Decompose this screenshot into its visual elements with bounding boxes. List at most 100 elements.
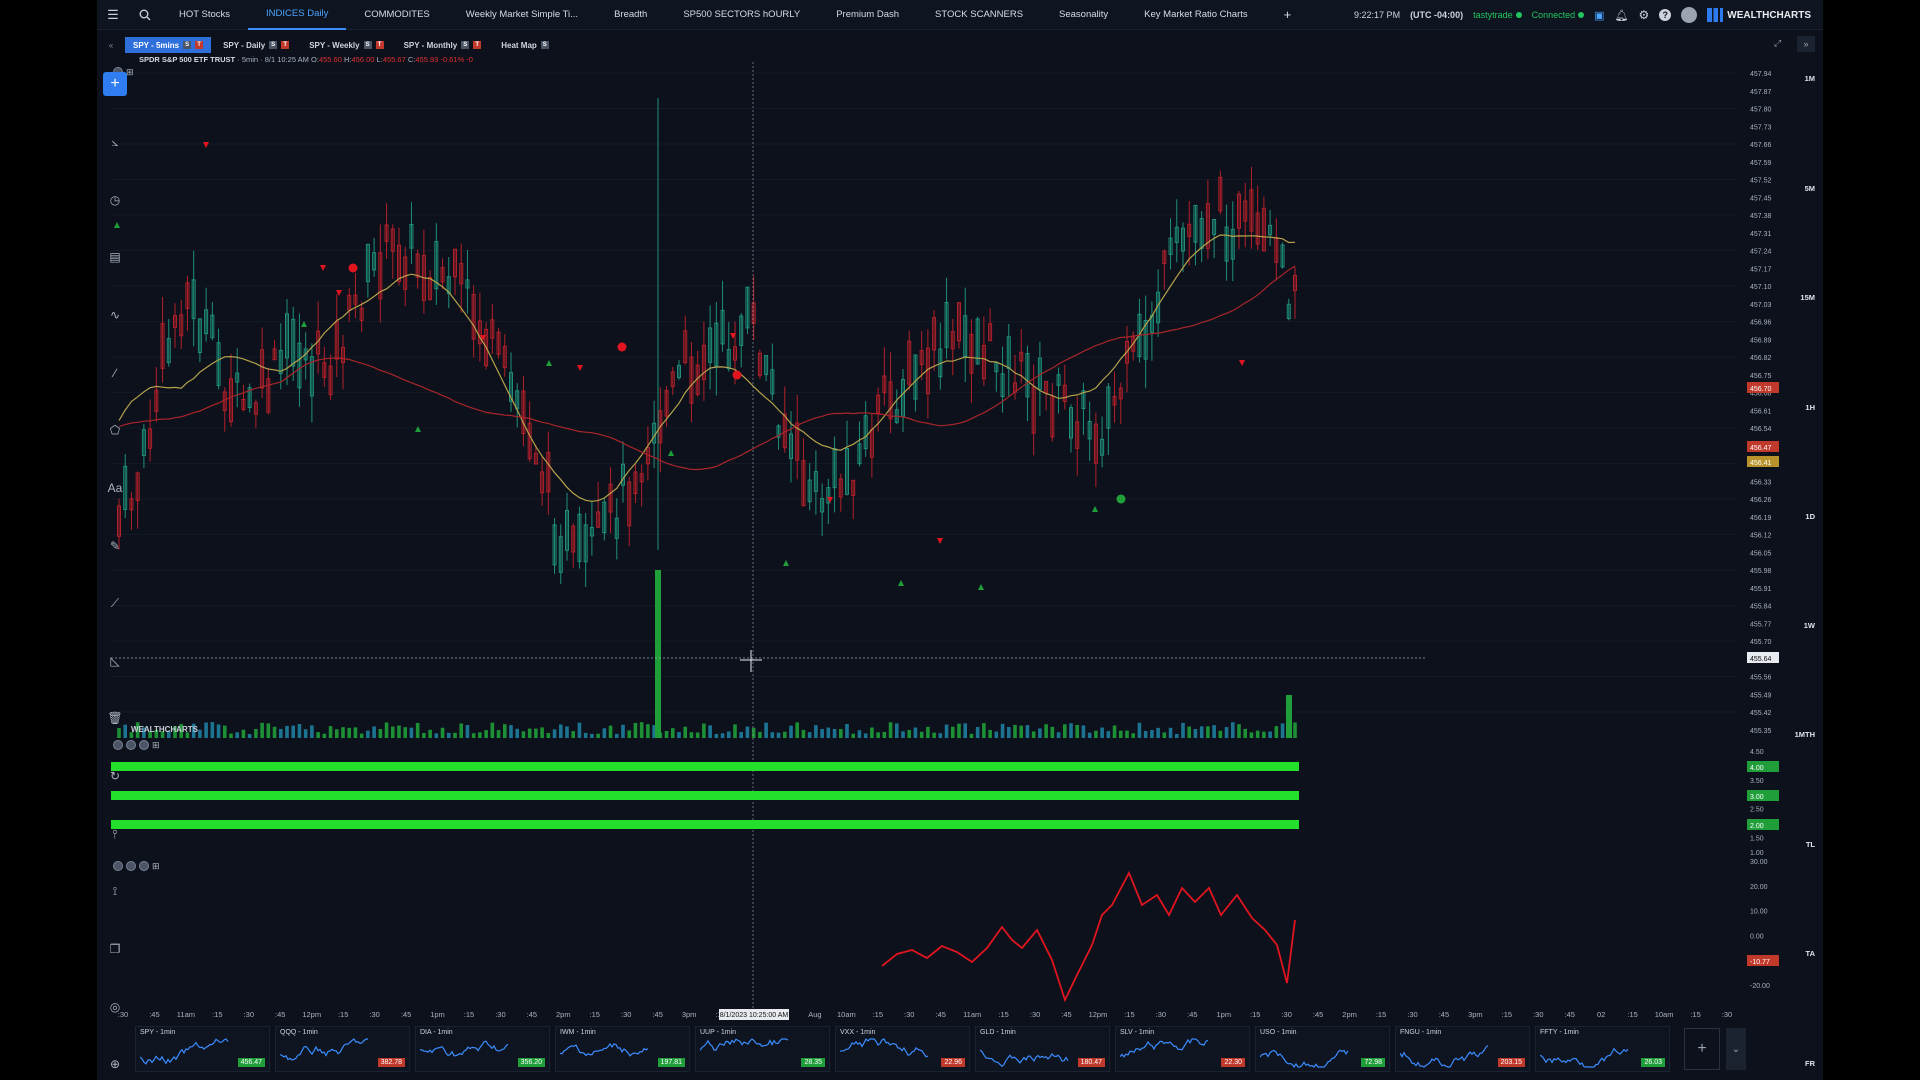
time-tick: 2pm [556, 1010, 571, 1019]
price-tick: 456.75 [1750, 373, 1772, 380]
price-tick: 457.59 [1750, 160, 1772, 167]
mini-chart[interactable]: VXX - 1min 22.96 [835, 1026, 970, 1072]
timeframe-1mth[interactable]: 1MTH [1795, 730, 1815, 739]
indicators-icon[interactable]: ⫯ [103, 822, 127, 846]
indicator-2-tick: 30.00 [1750, 859, 1768, 866]
time-tick: :15 [1690, 1010, 1700, 1019]
shape-tool-icon[interactable]: ⬠ [103, 418, 127, 442]
mini-chart[interactable]: SLV - 1min 22.30 [1115, 1026, 1250, 1072]
trash-icon[interactable]: 🗑︎ [103, 706, 127, 730]
timeframe-fr[interactable]: FR [1805, 1059, 1815, 1068]
price-tick: 455.77 [1750, 621, 1772, 628]
pane-add-icon[interactable]: ⊞ [152, 740, 160, 750]
price-tick: 457.10 [1750, 284, 1772, 291]
watermark: WEALTHCHARTS [131, 725, 199, 734]
time-tick: :15 [212, 1010, 222, 1019]
moving-average-yellow [118, 234, 1296, 502]
mini-chart-label: DIA - 1min [420, 1029, 453, 1036]
mini-chart[interactable]: FNGU - 1min 203.15 [1395, 1026, 1530, 1072]
timeframe-1w[interactable]: 1W [1804, 621, 1815, 630]
mini-chart-label: GLD - 1min [980, 1029, 1016, 1036]
price-tick: 455.35 [1750, 728, 1772, 735]
mini-chart-sparkline [560, 1042, 649, 1057]
indicator-bar-2 [111, 791, 1299, 800]
time-tick: :30 [1030, 1010, 1040, 1019]
trend-tool-icon[interactable]: ⦣ [103, 130, 127, 154]
price-tick: 457.45 [1750, 195, 1772, 202]
double-chevron-right-icon[interactable]: » [1797, 36, 1815, 52]
mini-chart-label: IWM - 1min [560, 1029, 596, 1036]
app-window: ☰ HOT Stocks INDICES Daily COMMODITES Weekl… [97, 0, 1823, 1080]
time-tick: :45 [1565, 1010, 1575, 1019]
add-tool-icon[interactable]: + [103, 72, 127, 96]
mini-chart-label: SPY - 1min [140, 1029, 176, 1036]
price-badge-red: 456.47 [1750, 445, 1772, 452]
calendar-icon[interactable]: ▤ [103, 245, 127, 269]
ruler-icon[interactable]: ⟋ [103, 591, 127, 615]
price-tick: 457.87 [1750, 89, 1772, 96]
time-tick: 11am [963, 1010, 981, 1019]
timeframe-1m[interactable]: 1M [1805, 74, 1815, 83]
mini-chart[interactable]: USO - 1min 72.98 [1255, 1026, 1390, 1072]
mini-chart-label: SLV - 1min [1120, 1029, 1155, 1036]
chart-canvas[interactable]: 457.94 457.87 457.80 457.73 457.66 457.59 457.… [97, 0, 1787, 1020]
time-axis: :30:45 11am:15:30:45 12pm:15:30:45 1pm:15:3… [118, 1009, 1732, 1020]
price-tick: 456.89 [1750, 337, 1772, 344]
text-tool-icon[interactable]: Aa [103, 476, 127, 500]
timeframe-ta[interactable]: TA [1806, 949, 1815, 958]
price-tick: 457.52 [1750, 178, 1772, 185]
time-tick: :30 [904, 1010, 914, 1019]
mini-chart[interactable]: SPY - 1min 456.47 [135, 1026, 270, 1072]
time-tick: :15 [1124, 1010, 1134, 1019]
mini-chart[interactable]: DIA - 1min 356.20 [415, 1026, 550, 1072]
time-tick: :30 [1722, 1010, 1732, 1019]
time-tick: :45 [1439, 1010, 1449, 1019]
time-tick: :15 [464, 1010, 474, 1019]
mini-chart-value: 203.15 [1497, 1058, 1525, 1067]
clock-icon[interactable]: ◷ [103, 188, 127, 212]
price-tick: 457.38 [1750, 213, 1772, 220]
price-tick: 455.49 [1750, 692, 1772, 699]
time-tick: :30 [621, 1010, 631, 1019]
timeframe-15m[interactable]: 15M [1800, 293, 1815, 302]
time-tick: :15 [1502, 1010, 1512, 1019]
mini-chart[interactable]: FFTY - 1min 26.03 [1535, 1026, 1670, 1072]
mini-chart[interactable]: IWM - 1min 197.81 [555, 1026, 690, 1072]
add-mini-chart-button[interactable]: + [1684, 1028, 1720, 1070]
candlesticks [117, 98, 1297, 588]
mini-chart[interactable]: QQQ - 1min 382.78 [275, 1026, 410, 1072]
pane-add-icon[interactable]: ⊞ [152, 861, 160, 871]
mini-chart-label: QQQ - 1min [280, 1029, 318, 1036]
mini-chart-value: 356.20 [517, 1058, 545, 1067]
mini-chart-label: FNGU - 1min [1400, 1029, 1442, 1036]
layers-icon[interactable]: ❐ [103, 937, 127, 961]
globe-icon[interactable]: ⊕ [103, 1052, 127, 1076]
chevron-down-icon[interactable]: ⌄ [1726, 1028, 1746, 1070]
pane-hide-icon[interactable] [139, 861, 149, 871]
time-tick: 1pm [430, 1010, 445, 1019]
pane-hide-icon[interactable] [139, 740, 149, 750]
mini-chart[interactable]: GLD - 1min 180.47 [975, 1026, 1110, 1072]
mini-chart-value: 22.30 [1221, 1058, 1245, 1067]
mini-chart-sparkline [1400, 1044, 1489, 1068]
timeframe-tl[interactable]: TL [1806, 840, 1815, 849]
measure-icon[interactable]: ◺ [103, 649, 127, 673]
price-tick: 457.73 [1750, 124, 1772, 131]
price-badge-cursor: 455.64 [1750, 656, 1772, 663]
cursor-icon [740, 650, 762, 672]
timeframe-5m[interactable]: 5M [1805, 184, 1815, 193]
time-tick: 1pm [1216, 1010, 1231, 1019]
timeframe-1h[interactable]: 1H [1805, 403, 1815, 412]
target-icon[interactable]: ◎ [103, 995, 127, 1019]
refresh-icon[interactable]: ↻ [103, 764, 127, 788]
pencil-icon[interactable]: ✎ [103, 534, 127, 558]
strategy-icon[interactable]: ⟟ [103, 879, 127, 903]
timeframe-1d[interactable]: 1D [1805, 512, 1815, 521]
mini-chart-value: 456.47 [237, 1058, 265, 1067]
mini-chart[interactable]: UUP - 1min 28.35 [695, 1026, 830, 1072]
time-tick: :45 [936, 1010, 946, 1019]
time-tick: :15 [590, 1010, 600, 1019]
line-tool-icon[interactable]: ∕ [103, 361, 127, 385]
moving-average-red [118, 265, 1296, 471]
line-chart-icon[interactable]: ∿ [103, 303, 127, 327]
